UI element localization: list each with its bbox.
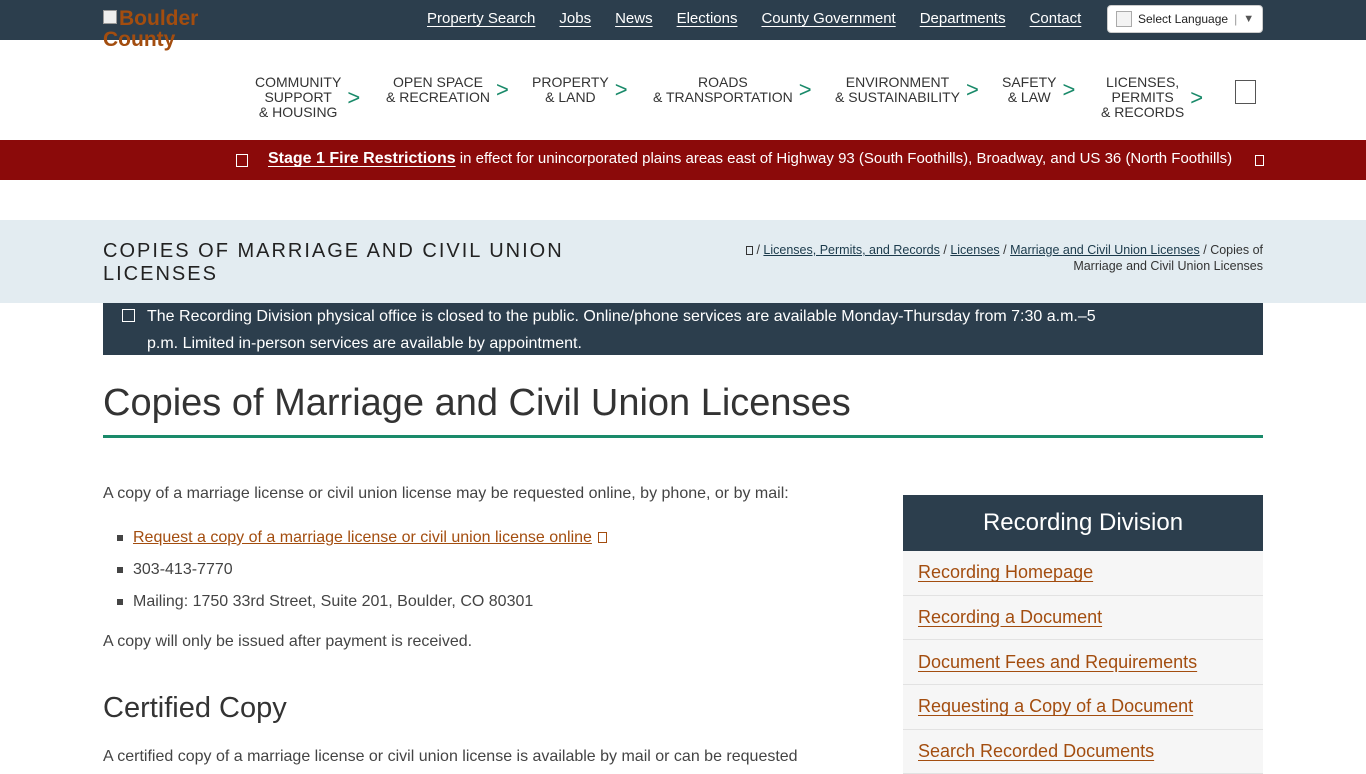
chevron-right-icon: > — [798, 77, 812, 102]
sidebar-link[interactable]: Search Recorded Documents — [918, 741, 1154, 762]
top-link-jobs[interactable]: Jobs — [559, 10, 591, 27]
language-separator: | — [1234, 12, 1238, 26]
top-link-departments[interactable]: Departments — [920, 10, 1006, 27]
office-closed-notice: The Recording Division physical office i… — [103, 303, 1263, 355]
title-divider — [103, 435, 1263, 438]
top-link-contact[interactable]: Contact — [1030, 10, 1082, 27]
request-online-link[interactable]: Request a copy of a marriage license or … — [133, 529, 592, 546]
request-methods-list: Request a copy of a marriage license or … — [117, 528, 863, 612]
county-logo[interactable]: Boulder County — [103, 8, 233, 52]
top-link-property-search[interactable]: Property Search — [427, 10, 535, 27]
sidebar-item-recording-homepage: Recording Homepage — [903, 551, 1263, 596]
logo-text: Boulder County — [103, 7, 199, 51]
sidebar-item-search-documents: Search Recorded Documents — [903, 729, 1263, 774]
nav-item-property[interactable]: PROPERTY & LAND > — [532, 75, 628, 105]
broken-image-icon — [103, 10, 117, 24]
external-link-icon — [597, 532, 607, 543]
breadcrumb-marriage-licenses[interactable]: Marriage and Civil Union Licenses — [1010, 243, 1200, 257]
alert-text: Stage 1 Fire Restrictions in effect for … — [268, 150, 1233, 167]
nav-item-safety[interactable]: SAFETY & LAW > — [1002, 75, 1075, 105]
breadcrumb-licenses[interactable]: Licenses — [950, 243, 999, 257]
chevron-right-icon: > — [614, 77, 628, 102]
sidebar-link[interactable]: Document Fees and Requirements — [918, 652, 1197, 673]
breadcrumb-licenses-permits-records[interactable]: Licenses, Permits, and Records — [763, 243, 939, 257]
top-link-news[interactable]: News — [615, 10, 653, 27]
page-header-title: Copies of Marriage and Civil Union Licen… — [103, 240, 564, 285]
nav-label: COMMUNITY SUPPORT & HOUSING — [255, 74, 342, 120]
sidebar-item-fees: Document Fees and Requirements — [903, 640, 1263, 686]
payment-note: A copy will only be issued after payment… — [103, 633, 473, 650]
intro-text: A copy of a marriage license or civil un… — [103, 485, 789, 502]
nav-label: SAFETY & LAW — [1002, 74, 1057, 105]
page-header-band: Copies of Marriage and Civil Union Licen… — [0, 220, 1366, 303]
list-item: Request a copy of a marriage license or … — [117, 528, 863, 548]
nav-label: OPEN SPACE & RECREATION — [386, 74, 490, 105]
chevron-right-icon: > — [495, 77, 509, 102]
nav-item-roads[interactable]: ROADS & TRANSPORTATION > — [653, 75, 812, 105]
main-content: A copy of a marriage license or civil un… — [103, 484, 863, 767]
nav-item-environment[interactable]: ENVIRONMENT & SUSTAINABILITY > — [835, 75, 979, 105]
fire-alert-banner: Stage 1 Fire Restrictions in effect for … — [0, 140, 1366, 180]
sidebar-item-recording-document: Recording a Document — [903, 595, 1263, 641]
language-label: Select Language — [1138, 12, 1229, 26]
external-link-icon[interactable] — [1255, 155, 1264, 166]
nav-item-licenses[interactable]: LICENSES, PERMITS & RECORDS > — [1101, 75, 1203, 120]
chevron-right-icon: > — [347, 84, 361, 110]
info-icon — [122, 309, 135, 322]
certified-copy-heading: Certified Copy — [103, 692, 287, 724]
recording-division-sidebar: Recording Division Recording Homepage Re… — [903, 495, 1263, 774]
chevron-down-icon: ▼ — [1243, 13, 1255, 25]
nav-label: ROADS & TRANSPORTATION — [653, 74, 793, 105]
nav-item-open-space[interactable]: OPEN SPACE & RECREATION > — [386, 75, 509, 105]
nav-item-community[interactable]: COMMUNITY SUPPORT & HOUSING > — [255, 75, 360, 120]
page-title: Copies of Marriage and Civil Union Licen… — [103, 382, 851, 424]
nav-label: ENVIRONMENT & SUSTAINABILITY — [835, 74, 960, 105]
sidebar-link[interactable]: Recording a Document — [918, 607, 1102, 628]
chevron-right-icon: > — [1062, 77, 1076, 102]
chevron-right-icon: > — [1190, 84, 1204, 110]
sidebar-item-request-copy: Requesting a Copy of a Document — [903, 685, 1263, 730]
list-item: Mailing: 1750 33rd Street, Suite 201, Bo… — [117, 592, 863, 612]
language-selector[interactable]: Select Language | ▼ — [1107, 5, 1263, 33]
utility-links: Property Search Jobs News Elections Coun… — [427, 10, 1105, 27]
search-icon[interactable] — [1235, 80, 1256, 104]
sidebar-link[interactable]: Recording Homepage — [918, 562, 1093, 583]
alert-icon — [236, 154, 248, 167]
breadcrumb: / Licenses, Permits, and Records / Licen… — [703, 242, 1263, 274]
main-nav: COMMUNITY SUPPORT & HOUSING > OPEN SPACE & … — [0, 40, 1366, 140]
top-link-elections[interactable]: Elections — [677, 10, 738, 27]
sidebar-link[interactable]: Requesting a Copy of a Document — [918, 696, 1193, 717]
nav-label: LICENSES, PERMITS & RECORDS — [1101, 74, 1185, 120]
nav-label: PROPERTY & LAND — [532, 74, 609, 105]
notice-text: The Recording Division physical office i… — [147, 308, 1096, 352]
google-translate-icon — [1116, 11, 1132, 27]
fire-restrictions-link[interactable]: Stage 1 Fire Restrictions — [268, 150, 456, 167]
list-item: 303-413-7770 — [117, 560, 863, 580]
home-icon[interactable] — [746, 246, 753, 255]
top-link-county-government[interactable]: County Government — [761, 10, 895, 27]
chevron-right-icon: > — [966, 77, 979, 102]
certified-copy-text: A certified copy of a marriage license o… — [103, 748, 798, 765]
sidebar-title: Recording Division — [903, 495, 1263, 551]
